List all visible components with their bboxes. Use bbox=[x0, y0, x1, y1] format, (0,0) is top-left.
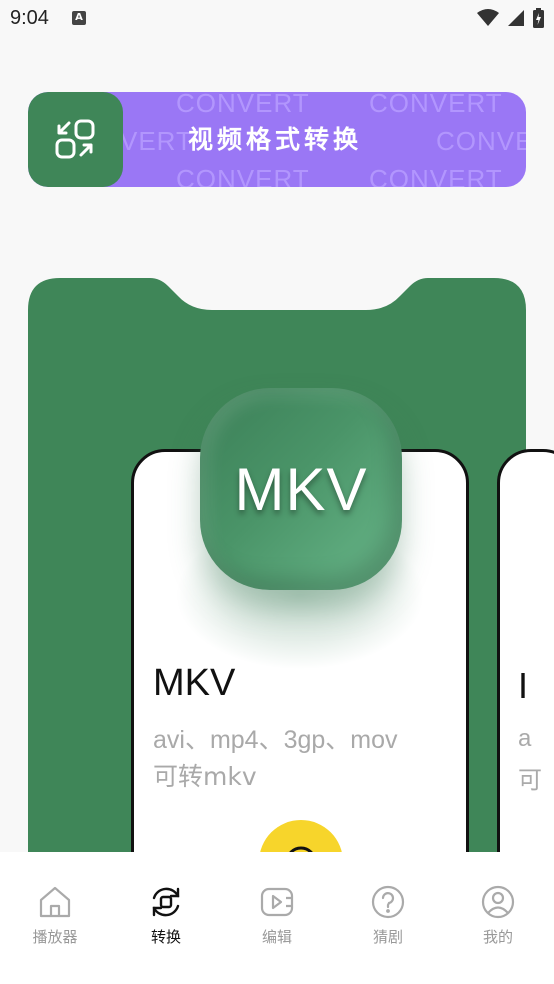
next-card-desc: 可 bbox=[518, 766, 542, 794]
banner-bg-word: CONVERT bbox=[176, 92, 310, 118]
tab-label: 播放器 bbox=[32, 928, 78, 946]
banner-bg-word: CONVERT bbox=[369, 164, 503, 187]
tab-guess[interactable]: 猜剧 bbox=[343, 884, 433, 947]
video-edit-icon bbox=[260, 887, 294, 917]
card-description: avi、mp4、3gp、mov bbox=[153, 726, 398, 754]
mkv-badge-icon: MKV bbox=[200, 388, 402, 590]
card-title: MKV bbox=[153, 662, 236, 704]
battery-icon bbox=[533, 8, 544, 28]
banner-bg-word: CONVERT bbox=[176, 164, 310, 187]
wifi-icon bbox=[477, 9, 499, 26]
tab-label: 编辑 bbox=[261, 928, 292, 946]
home-icon bbox=[39, 886, 71, 918]
status-bar: 9:04 A bbox=[0, 0, 554, 36]
next-format-card[interactable]: I a 可 bbox=[497, 449, 554, 889]
tab-player[interactable]: 播放器 bbox=[10, 884, 100, 947]
tab-convert[interactable]: 转换 bbox=[121, 884, 211, 947]
banner-bg-word: CONVERT bbox=[436, 126, 526, 156]
convert-cycle-icon bbox=[152, 887, 180, 917]
status-time: 9:04 bbox=[10, 7, 49, 29]
tab-label: 转换 bbox=[150, 928, 181, 946]
next-card-title: I bbox=[518, 665, 529, 706]
signal-icon bbox=[508, 10, 524, 26]
convert-banner[interactable]: CONVERT CONVERT VERT CONVERT CONVERT CON… bbox=[28, 92, 526, 187]
tab-mine[interactable]: 我的 bbox=[453, 884, 543, 947]
card-description: 可转mkv bbox=[153, 762, 257, 791]
notification-icon: A bbox=[72, 11, 86, 25]
user-icon bbox=[481, 885, 515, 919]
tab-edit[interactable]: 编辑 bbox=[232, 884, 322, 947]
convert-arrows-icon bbox=[55, 119, 94, 158]
status-icons bbox=[477, 8, 544, 28]
tab-label: 猜剧 bbox=[372, 928, 403, 946]
badge-label: MKV bbox=[234, 455, 368, 523]
banner-bg-word: VERT bbox=[120, 126, 193, 156]
banner-title: 视频格式转换 bbox=[188, 125, 363, 154]
question-icon bbox=[371, 885, 405, 919]
banner-bg-word: CONVERT bbox=[369, 92, 503, 118]
banner-icon-box bbox=[28, 92, 123, 187]
tab-label: 我的 bbox=[482, 928, 513, 946]
next-card-desc: a bbox=[518, 725, 532, 752]
